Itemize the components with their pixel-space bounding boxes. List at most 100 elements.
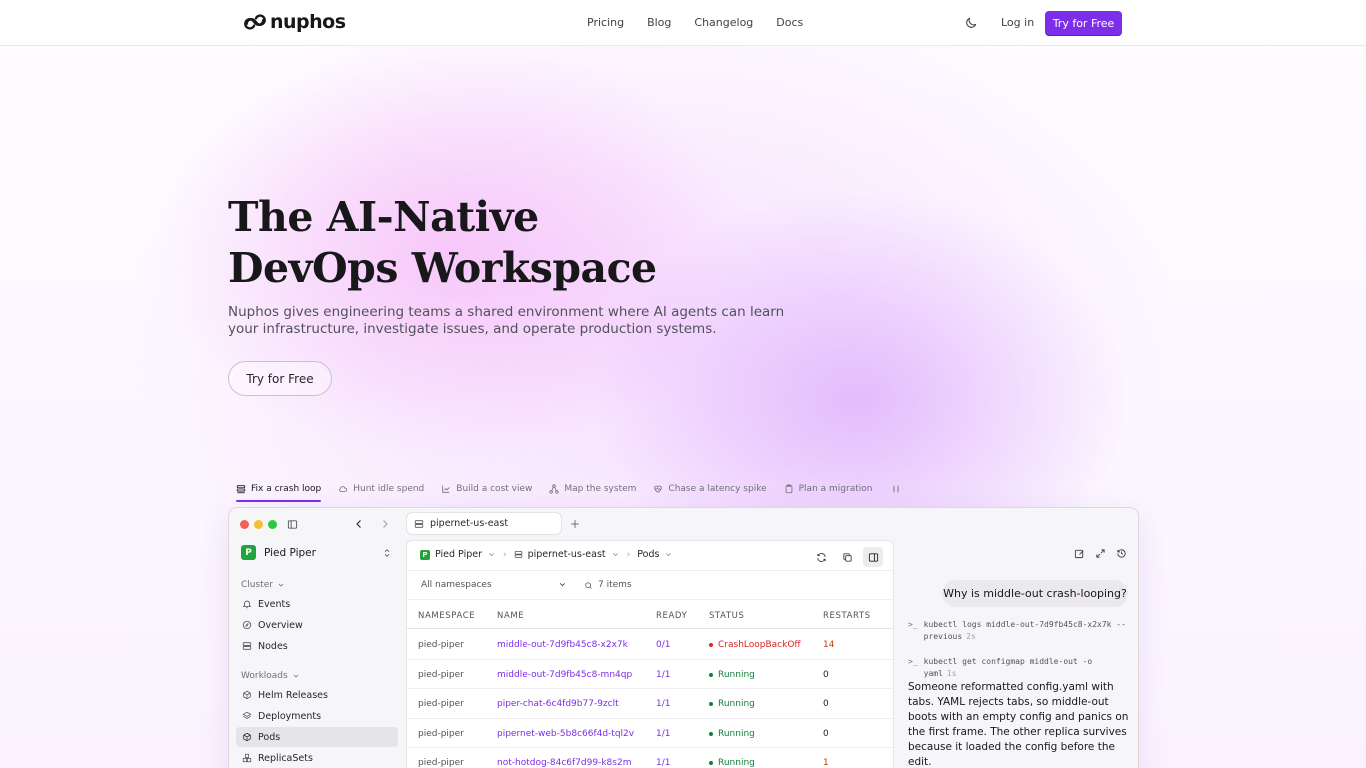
edit-icon[interactable] xyxy=(1074,548,1085,559)
chevron-right-icon[interactable] xyxy=(379,518,391,530)
sidebar-item-overview[interactable]: Overview xyxy=(236,615,398,635)
moon-icon[interactable] xyxy=(964,16,978,30)
chat-actions xyxy=(1074,548,1127,559)
breadcrumb-resource-label: Pods xyxy=(637,549,660,560)
sidebar-item-label: Deployments xyxy=(258,710,322,722)
table-row[interactable]: pied-piper piper-chat-6c4fd9b77-9zclt 1/1 R… xyxy=(407,689,893,719)
hero-title-line-1: The AI-Native xyxy=(228,193,539,241)
pods-pane: P Pied Piper › pipernet-us-east › Pods A… xyxy=(406,540,894,768)
user-question-bubble: Why is middle-out crash-looping? xyxy=(942,580,1128,607)
scenario-tab-label: Plan a migration xyxy=(798,484,873,494)
history-icon[interactable] xyxy=(1116,548,1127,559)
cell-pod-name-link[interactable]: middle-out-7d9fb45c8-x2x7k xyxy=(497,640,628,650)
group-cluster[interactable]: Cluster xyxy=(241,580,285,590)
scenario-tab-build-cost-view[interactable]: Build a cost view xyxy=(441,480,532,498)
table-row[interactable]: pied-piper pipernet-web-5b8c66f4d-tql2v 1/… xyxy=(407,719,893,748)
terminal-prompt-icon: >_ xyxy=(908,657,918,666)
clipboard-icon xyxy=(785,484,792,494)
cubes-icon xyxy=(242,753,252,763)
pause-button[interactable] xyxy=(889,480,901,498)
nav-link-docs[interactable]: Docs xyxy=(776,16,803,29)
chevron-up-down-icon[interactable] xyxy=(382,547,392,559)
tool-call-logs[interactable]: >_ kubectl logs middle-out-7d9fb45c8-x2x… xyxy=(908,619,1128,643)
nav-link-changelog[interactable]: Changelog xyxy=(694,16,753,29)
sidebar-item-helm-releases[interactable]: Helm Releases xyxy=(236,685,398,705)
status-label: Running xyxy=(718,728,755,739)
nav-links: Pricing Blog Changelog Docs xyxy=(587,16,803,29)
column-header-status[interactable]: STATUS xyxy=(709,611,745,621)
compass-icon xyxy=(242,620,252,630)
column-header-restarts[interactable]: RESTARTS xyxy=(823,611,871,621)
scenario-tab-plan-migration[interactable]: Plan a migration xyxy=(784,480,873,498)
table-header: NAMESPACE NAME READY STATUS RESTARTS xyxy=(407,601,893,629)
table-row[interactable]: pied-piper middle-out-7d9fb45c8-x2x7k 0/1 C… xyxy=(407,630,893,660)
sidebar-item-label: ReplicaSets xyxy=(258,752,313,764)
window-tab-title: pipernet-us-east xyxy=(430,518,509,529)
breadcrumb-org[interactable]: P Pied Piper xyxy=(420,549,496,560)
status-label: CrashLoopBackOff xyxy=(718,640,801,650)
tool-call-configmap[interactable]: >_ kubectl get configmap middle-out -o y… xyxy=(908,656,1128,680)
server-icon xyxy=(514,551,522,558)
split-view-button[interactable] xyxy=(863,547,883,567)
breadcrumb-cluster[interactable]: pipernet-us-east xyxy=(514,549,620,560)
nav-link-pricing[interactable]: Pricing xyxy=(587,16,624,29)
sidebar-toggle-icon[interactable] xyxy=(287,519,298,530)
expand-icon[interactable] xyxy=(1095,548,1106,559)
minimize-window-dot[interactable] xyxy=(254,520,263,529)
sidebar-item-deployments[interactable]: Deployments xyxy=(236,706,398,726)
table-row[interactable]: pied-piper not-hotdog-84c6f7d99-k8s2m 1/1 R… xyxy=(407,748,893,768)
new-tab-plus-icon[interactable]: + xyxy=(570,517,580,531)
cell-pod-name-link[interactable]: pipernet-web-5b8c66f4d-tql2v xyxy=(497,729,634,739)
scenario-tab-latency-spike[interactable]: Chase a latency spike xyxy=(653,480,767,498)
sidebar-item-nodes[interactable]: Nodes xyxy=(236,636,398,656)
group-workloads[interactable]: Workloads xyxy=(241,671,300,681)
item-count[interactable]: 7 items xyxy=(584,580,632,590)
column-header-ready[interactable]: READY xyxy=(656,611,687,621)
breadcrumb-separator: › xyxy=(626,549,631,560)
try-free-nav-button[interactable]: Try for Free xyxy=(1045,11,1122,35)
namespace-select[interactable]: All namespaces xyxy=(421,580,567,590)
sidebar-item-replicasets[interactable]: ReplicaSets xyxy=(236,748,398,768)
chevron-down-icon xyxy=(666,553,672,557)
cell-pod-name-link[interactable]: middle-out-7d9fb45c8-mn4qp xyxy=(497,670,632,680)
cell-namespace: pied-piper xyxy=(418,699,464,709)
cell-pod-name-link[interactable]: piper-chat-6c4fd9b77-9zclt xyxy=(497,699,619,709)
sidebar-item-label: Nodes xyxy=(258,640,288,652)
agent-answer: Someone reformatted config.yaml with tab… xyxy=(908,681,1129,768)
table-row[interactable]: pied-piper middle-out-7d9fb45c8-mn4qp 1/1 R… xyxy=(407,660,893,689)
nav-link-blog[interactable]: Blog xyxy=(647,16,671,29)
maximize-window-dot[interactable] xyxy=(268,520,277,529)
sidebar-item-events[interactable]: Events xyxy=(236,594,398,614)
scenario-tab-map-system[interactable]: Map the system xyxy=(549,480,636,498)
breadcrumb-resource[interactable]: Pods xyxy=(637,549,673,560)
close-window-dot[interactable] xyxy=(240,520,249,529)
column-header-name[interactable]: NAME xyxy=(497,611,524,621)
login-link[interactable]: Log in xyxy=(1001,16,1034,29)
cell-namespace: pied-piper xyxy=(418,640,464,650)
cell-pod-name-link[interactable]: not-hotdog-84c6f7d99-k8s2m xyxy=(497,758,631,768)
scenario-tab-fix-crash-loop[interactable]: Fix a crash loop xyxy=(236,480,322,502)
refresh-button[interactable] xyxy=(811,547,831,567)
package-icon xyxy=(243,690,251,700)
chevron-left-icon[interactable] xyxy=(353,518,365,530)
window-tab[interactable]: pipernet-us-east xyxy=(406,512,562,535)
scenario-tab-label: Fix a crash loop xyxy=(251,484,322,494)
brand-logo[interactable]: nuphos xyxy=(244,11,346,33)
tool-call-command: kubectl logs middle-out-7d9fb45c8-x2x7k … xyxy=(923,620,1126,641)
org-selector[interactable]: P Pied Piper xyxy=(241,545,316,560)
try-free-hero-button[interactable]: Try for Free xyxy=(228,361,332,396)
namespace-select-value: All namespaces xyxy=(421,580,492,590)
server-icon xyxy=(414,519,424,528)
sidebar-item-label: Pods xyxy=(258,731,281,743)
sidebar-item-label: Events xyxy=(258,598,291,610)
org-badge-small: P xyxy=(420,549,430,560)
status-dot xyxy=(709,672,713,677)
chevron-down-icon xyxy=(488,553,495,557)
copy-button[interactable] xyxy=(837,547,857,567)
cell-ready: 1/1 xyxy=(656,699,671,709)
scenario-tab-label: Chase a latency spike xyxy=(668,484,767,494)
scenario-tab-hunt-idle-spend[interactable]: Hunt idle spend xyxy=(338,480,424,498)
sidebar-item-pods[interactable]: Pods xyxy=(236,727,398,747)
breadcrumb-cluster-label: pipernet-us-east xyxy=(527,549,606,560)
column-header-namespace[interactable]: NAMESPACE xyxy=(418,611,475,621)
